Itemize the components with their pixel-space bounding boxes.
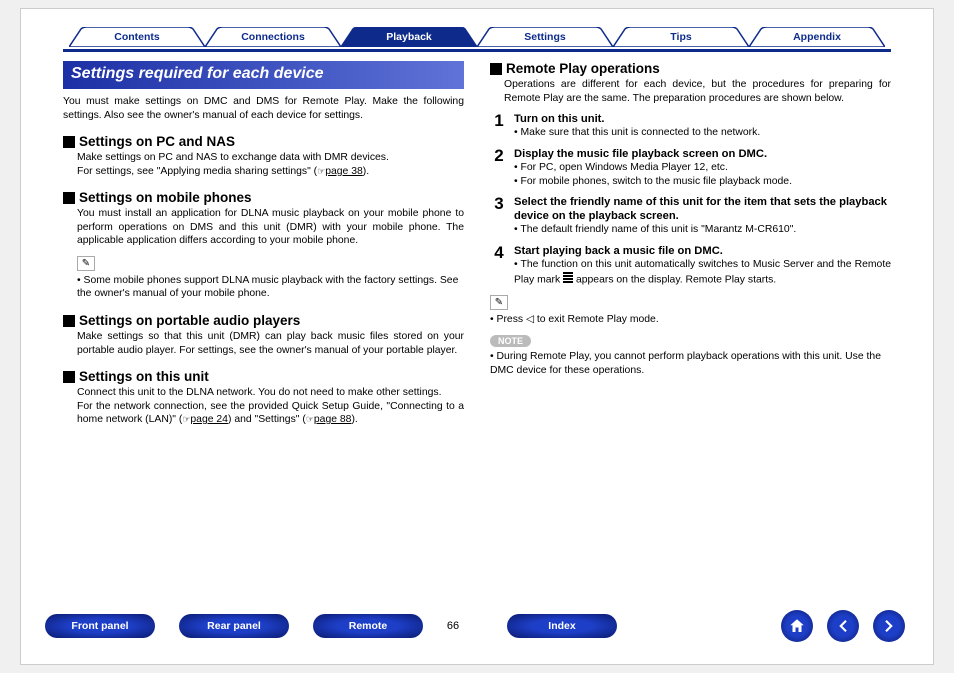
note-badge: NOTE	[490, 335, 531, 347]
tab-connections[interactable]: Connections	[205, 27, 341, 47]
note-text: During Remote Play, you cannot perform p…	[490, 350, 891, 377]
step-1: 1Turn on this unit.Make sure that this u…	[490, 112, 891, 140]
tab-appendix[interactable]: Appendix	[749, 27, 885, 47]
pc-nas-body-a: Make settings on PC and NAS to exchange …	[77, 151, 464, 165]
heading-remote-play: Remote Play operations	[490, 61, 891, 76]
footer: Front panel Rear panel Remote 66 Index	[21, 610, 933, 642]
home-icon	[788, 617, 806, 635]
footer-front-panel-button[interactable]: Front panel	[45, 614, 155, 638]
top-tabs: ContentsConnectionsPlaybackSettingsTipsA…	[21, 27, 933, 59]
arrow-left-icon	[834, 617, 852, 635]
tab-settings[interactable]: Settings	[477, 27, 613, 47]
mobile-tip: Some mobile phones support DLNA music pl…	[63, 274, 464, 301]
link-page-88[interactable]: page 88	[314, 414, 352, 425]
unit-body-b: For the network connection, see the prov…	[77, 400, 464, 427]
next-page-button[interactable]	[873, 610, 905, 642]
footer-index-button[interactable]: Index	[507, 614, 617, 638]
link-page-38[interactable]: page 38	[325, 166, 363, 177]
left-column: Settings required for each device You mu…	[63, 61, 464, 594]
footer-remote-button[interactable]: Remote	[313, 614, 423, 638]
step-4: 4Start playing back a music file on DMC.…	[490, 244, 891, 287]
intro-text: You must make settings on DMC and DMS fo…	[63, 95, 464, 122]
heading-mobile: Settings on mobile phones	[63, 190, 464, 205]
heading-this-unit: Settings on this unit	[63, 369, 464, 384]
section-banner: Settings required for each device	[63, 61, 464, 89]
square-bullet-icon	[63, 371, 75, 383]
step-3: 3Select the friendly name of this unit f…	[490, 195, 891, 237]
right-column: Remote Play operations Operations are di…	[490, 61, 891, 594]
content-area: Settings required for each device You mu…	[63, 61, 891, 594]
remote-intro: Operations are different for each device…	[504, 78, 891, 105]
remote-tip: Press ◁ to exit Remote Play mode.	[490, 313, 891, 327]
tab-contents[interactable]: Contents	[69, 27, 205, 47]
remote-play-mark-icon	[563, 272, 573, 288]
square-bullet-icon	[63, 192, 75, 204]
tab-playback[interactable]: Playback	[341, 27, 477, 47]
arrow-right-icon	[880, 617, 898, 635]
page: ContentsConnectionsPlaybackSettingsTipsA…	[20, 8, 934, 665]
heading-portable: Settings on portable audio players	[63, 313, 464, 328]
tab-tips[interactable]: Tips	[613, 27, 749, 47]
tabs-underline	[63, 49, 891, 52]
square-bullet-icon	[63, 315, 75, 327]
pc-nas-body-b: For settings, see "Applying media sharin…	[77, 165, 464, 179]
prev-page-button[interactable]	[827, 610, 859, 642]
square-bullet-icon	[490, 63, 502, 75]
portable-body: Make settings so that this unit (DMR) ca…	[77, 330, 464, 357]
pencil-icon: ✎	[77, 256, 95, 271]
square-bullet-icon	[63, 136, 75, 148]
page-number: 66	[423, 620, 483, 632]
link-page-24[interactable]: page 24	[190, 414, 228, 425]
mobile-body: You must install an application for DLNA…	[77, 207, 464, 248]
step-2: 2Display the music file playback screen …	[490, 147, 891, 188]
home-button[interactable]	[781, 610, 813, 642]
heading-pc-nas: Settings on PC and NAS	[63, 134, 464, 149]
steps-list: 1Turn on this unit.Make sure that this u…	[490, 112, 891, 287]
footer-rear-panel-button[interactable]: Rear panel	[179, 614, 289, 638]
pencil-icon: ✎	[490, 295, 508, 310]
unit-body-a: Connect this unit to the DLNA network. Y…	[77, 386, 464, 400]
